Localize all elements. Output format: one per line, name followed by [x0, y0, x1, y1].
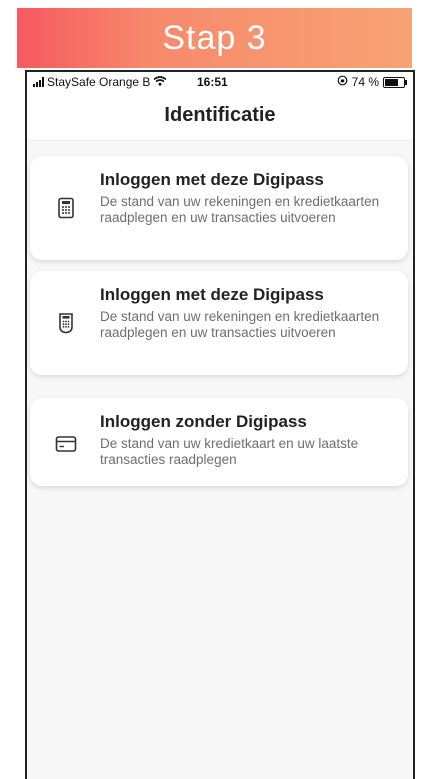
digipass-device-icon: [54, 311, 78, 335]
phone-screen: StaySafe Orange B 16:51 74 % Identificat…: [25, 70, 415, 779]
keypad-calculator-icon: [54, 196, 78, 220]
option-description: De stand van uw rekeningen en kredietkaa…: [100, 309, 380, 340]
option-title: Inloggen met deze Digipass: [100, 170, 324, 189]
option-text: Inloggen met deze Digipass De stand van …: [100, 285, 394, 341]
option-text: Inloggen zonder Digipass De stand van uw…: [100, 412, 394, 468]
option-text: Inloggen met deze Digipass De stand van …: [100, 170, 394, 226]
wifi-icon: [153, 75, 167, 89]
login-option-digipass-1[interactable]: Inloggen met deze Digipass De stand van …: [30, 156, 408, 260]
battery-icon: [383, 76, 407, 88]
step-title: Stap 3: [162, 19, 267, 57]
page-title: Identificatie: [164, 104, 276, 126]
step-banner: Stap 3: [17, 8, 412, 68]
status-bar: StaySafe Orange B 16:51 74 %: [27, 72, 413, 92]
orientation-lock-icon: [337, 75, 348, 89]
option-description: De stand van uw kredietkaart en uw laats…: [100, 436, 359, 467]
nav-bar: Identificatie: [27, 92, 413, 141]
login-option-no-digipass[interactable]: Inloggen zonder Digipass De stand van uw…: [30, 398, 408, 486]
option-title: Inloggen met deze Digipass: [100, 285, 324, 304]
signal-icon: [33, 77, 44, 87]
option-title: Inloggen zonder Digipass: [100, 412, 307, 431]
login-option-digipass-2[interactable]: Inloggen met deze Digipass De stand van …: [30, 271, 408, 375]
status-left: StaySafe Orange B: [33, 75, 167, 89]
status-right: 74 %: [337, 75, 407, 89]
battery-percentage: 74 %: [351, 75, 379, 89]
credit-card-icon: [54, 432, 78, 456]
status-time: 16:51: [197, 75, 228, 89]
option-description: De stand van uw rekeningen en kredietkaa…: [100, 194, 380, 225]
carrier-name: StaySafe Orange B: [47, 75, 151, 89]
